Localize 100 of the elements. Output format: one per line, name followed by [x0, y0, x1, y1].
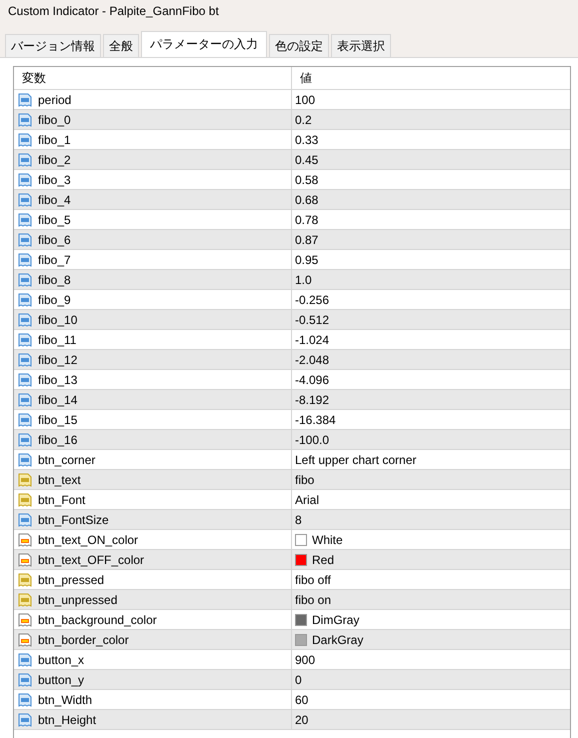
parameter-value[interactable]: DimGray — [312, 612, 360, 626]
parameter-name: period — [38, 92, 72, 106]
parameter-name: fibo_8 — [38, 272, 71, 286]
number-icon — [17, 672, 33, 688]
number-icon — [17, 712, 33, 728]
parameter-name: btn_text_ON_color — [38, 532, 138, 546]
number-icon — [17, 192, 33, 208]
parameter-name: btn_text — [38, 472, 81, 486]
text-icon — [17, 592, 33, 608]
number-icon — [17, 692, 33, 708]
parameter-value[interactable]: 60 — [295, 692, 308, 706]
text-icon — [17, 492, 33, 508]
parameter-name: fibo_5 — [38, 212, 71, 226]
parameter-name: fibo_12 — [38, 352, 78, 366]
parameter-value[interactable]: 0.87 — [295, 232, 318, 246]
parameter-name: btn_unpressed — [38, 592, 118, 606]
tab[interactable]: バージョン情報 — [5, 34, 101, 57]
parameter-value[interactable]: 0.95 — [295, 252, 318, 266]
parameter-value[interactable]: 0.78 — [295, 212, 318, 226]
parameter-name: fibo_3 — [38, 172, 71, 186]
number-icon — [17, 172, 33, 188]
window-title: Custom Indicator - Palpite_GannFibo bt — [8, 4, 219, 18]
parameter-value[interactable]: 20 — [295, 712, 308, 726]
text-icon — [17, 472, 33, 488]
color-icon — [17, 612, 33, 628]
number-icon — [17, 292, 33, 308]
color-icon — [17, 552, 33, 568]
parameter-name: fibo_15 — [38, 412, 78, 426]
parameter-value[interactable]: 0.58 — [295, 172, 318, 186]
parameter-name: fibo_4 — [38, 192, 71, 206]
parameter-value[interactable]: fibo on — [295, 592, 332, 606]
number-icon — [17, 392, 33, 408]
color-icon — [17, 632, 33, 648]
parameter-value[interactable]: 100 — [295, 92, 316, 106]
parameter-name: fibo_1 — [38, 132, 71, 146]
tab[interactable]: パラメーターの入力 — [141, 31, 267, 57]
number-icon — [17, 252, 33, 268]
number-icon — [17, 272, 33, 288]
parameter-value[interactable]: fibo off — [295, 572, 331, 586]
parameter-name: btn_Font — [38, 492, 86, 506]
number-icon — [17, 132, 33, 148]
parameter-value[interactable]: 900 — [295, 652, 316, 666]
parameter-name: btn_Width — [38, 692, 92, 706]
parameter-name: fibo_2 — [38, 152, 71, 166]
parameter-value[interactable]: fibo — [295, 472, 314, 486]
parameter-value[interactable]: Left upper chart corner — [295, 452, 416, 466]
parameter-name: btn_Height — [38, 712, 96, 726]
parameter-name: fibo_9 — [38, 292, 71, 306]
number-icon — [17, 112, 33, 128]
number-icon — [17, 352, 33, 368]
parameter-value[interactable]: Red — [312, 552, 334, 566]
parameter-value[interactable]: -1.024 — [295, 332, 330, 346]
color-icon — [17, 532, 33, 548]
parameter-value[interactable]: -2.048 — [295, 352, 330, 366]
parameter-value[interactable]: Arial — [295, 492, 320, 506]
parameter-value[interactable]: -4.096 — [295, 372, 330, 386]
number-icon — [17, 372, 33, 388]
number-icon — [17, 312, 33, 328]
parameter-value[interactable]: 0 — [295, 672, 302, 686]
parameter-name: btn_FontSize — [38, 512, 109, 526]
parameter-name: fibo_10 — [38, 312, 78, 326]
tab[interactable]: 全般 — [103, 34, 139, 57]
number-icon — [17, 212, 33, 228]
parameter-value[interactable]: -0.512 — [295, 312, 330, 326]
parameter-name: btn_pressed — [38, 572, 104, 586]
parameter-value[interactable]: 0.2 — [295, 112, 312, 126]
parameter-value[interactable]: -16.384 — [295, 412, 336, 426]
tab[interactable]: 表示選択 — [331, 34, 391, 57]
parameter-name: fibo_13 — [38, 372, 78, 386]
parameter-value[interactable]: -8.192 — [295, 392, 330, 406]
number-icon — [17, 452, 33, 468]
number-icon — [17, 512, 33, 528]
parameter-value[interactable]: 0.33 — [295, 132, 318, 146]
number-icon — [17, 152, 33, 168]
parameter-name: btn_border_color — [38, 632, 129, 646]
number-icon — [17, 652, 33, 668]
parameter-value[interactable]: White — [312, 532, 343, 546]
parameter-value[interactable]: -0.256 — [295, 292, 330, 306]
parameter-value[interactable]: DarkGray — [312, 632, 364, 646]
parameter-name: fibo_11 — [38, 332, 76, 346]
parameter-value[interactable]: 1.0 — [295, 272, 312, 286]
number-icon — [17, 232, 33, 248]
parameter-name: fibo_0 — [38, 112, 71, 126]
number-icon — [17, 412, 33, 428]
parameter-name: fibo_14 — [38, 392, 78, 406]
tab[interactable]: 色の設定 — [269, 34, 329, 57]
parameter-name: btn_corner — [38, 452, 96, 466]
column-header: 値 — [300, 70, 312, 86]
column-header: 変数 — [22, 70, 46, 86]
parameter-name: btn_background_color — [38, 612, 157, 626]
parameter-name: fibo_7 — [38, 252, 71, 266]
parameter-value[interactable]: 0.68 — [295, 192, 318, 206]
number-icon — [17, 432, 33, 448]
parameter-name: button_x — [38, 652, 84, 666]
parameter-name: btn_text_OFF_color — [38, 552, 144, 566]
parameter-value[interactable]: -100.0 — [295, 432, 330, 446]
text-icon — [17, 572, 33, 588]
parameter-value[interactable]: 0.45 — [295, 152, 318, 166]
parameter-name: fibo_16 — [38, 432, 78, 446]
parameter-value[interactable]: 8 — [295, 512, 302, 526]
